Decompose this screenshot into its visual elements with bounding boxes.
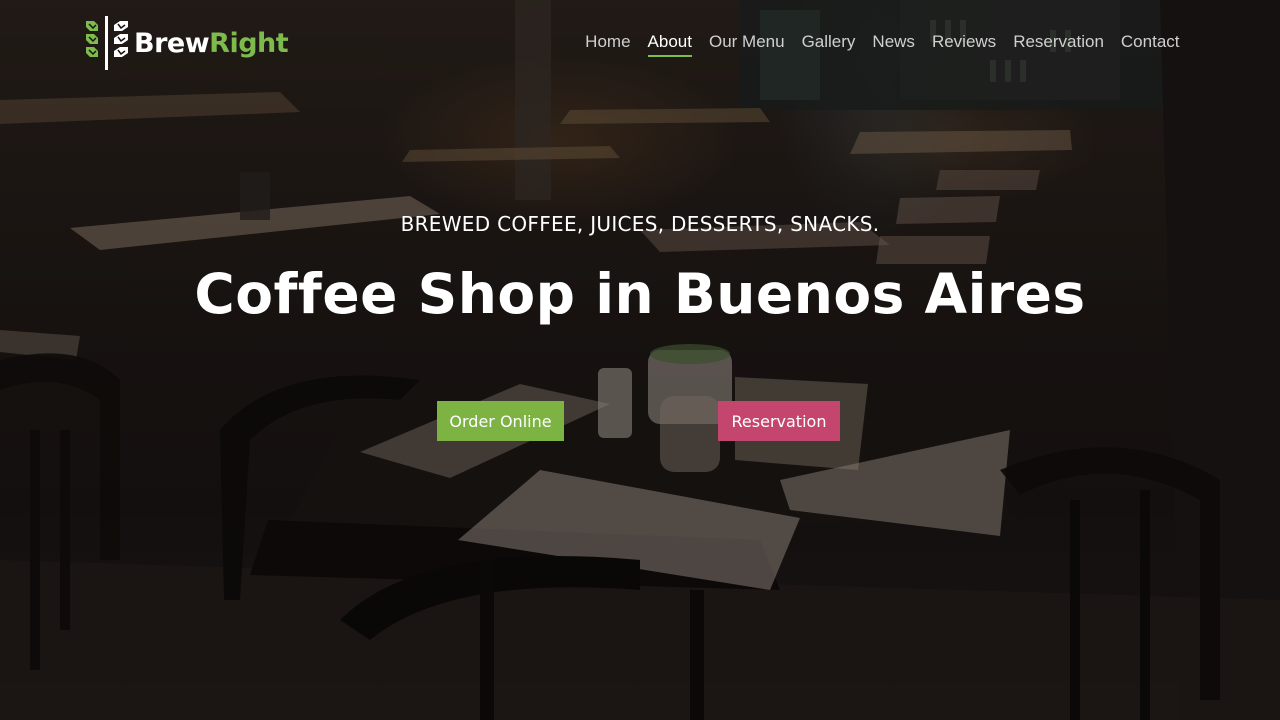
nav-contact[interactable]: Contact [1112, 31, 1188, 53]
hero-tagline: BREWED COFFEE, JUICES, DESSERTS, SNACKS. [400, 212, 880, 236]
nav-gallery[interactable]: Gallery [793, 31, 864, 53]
brand-name-part2: Right [209, 27, 289, 59]
brand-name-part1: Brew [134, 27, 210, 59]
nav-reviews[interactable]: Reviews [923, 31, 1004, 53]
reservation-button[interactable]: Reservation [718, 401, 840, 441]
nav-reservation[interactable]: Reservation [1005, 31, 1113, 53]
brand-logo[interactable]: BrewRight [84, 16, 289, 70]
hero-title: Coffee Shop in Buenos Aires [194, 262, 1086, 326]
main-nav: Home About Our Menu Gallery News Reviews… [577, 31, 1188, 57]
order-online-button[interactable]: Order Online [437, 401, 564, 441]
nav-home[interactable]: Home [577, 31, 639, 53]
nav-about[interactable]: About [639, 31, 700, 57]
dark-overlay [0, 0, 1280, 720]
brand-name: BrewRight [134, 27, 289, 59]
wheat-logo-icon [84, 16, 130, 70]
nav-our-menu[interactable]: Our Menu [700, 31, 793, 53]
nav-news[interactable]: News [864, 31, 924, 53]
hero-background [0, 0, 1280, 720]
